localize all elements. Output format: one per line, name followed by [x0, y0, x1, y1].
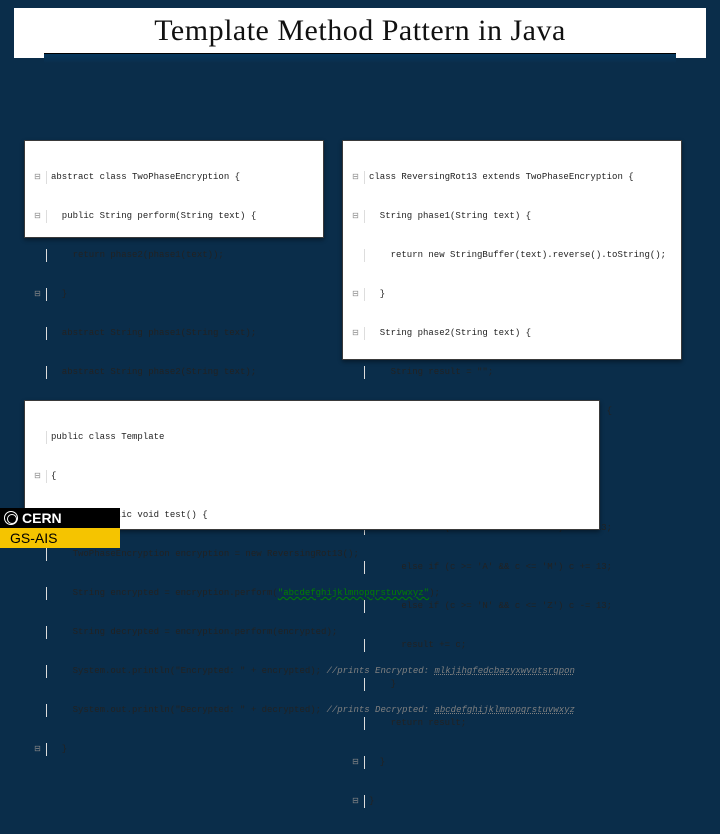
code-panel-abstract: ⊟abstract class TwoPhaseEncryption { ⊟ p… [24, 140, 324, 238]
code-stage: ⊟abstract class TwoPhaseEncryption { ⊟ p… [0, 58, 720, 538]
code-panel-implementation: ⊟class ReversingRot13 extends TwoPhaseEn… [342, 140, 682, 360]
code-test: public class Template ⊟{ ⊟ public static… [29, 405, 593, 782]
footer: CERN GS-AIS [0, 508, 120, 548]
footer-dept-row: GS-AIS [0, 528, 120, 548]
footer-org: CERN [22, 510, 62, 526]
slide-title: Template Method Pattern in Java [24, 14, 696, 48]
cern-logo-icon [4, 511, 18, 525]
footer-dept: GS-AIS [10, 530, 57, 546]
title-bar: Template Method Pattern in Java [14, 8, 706, 58]
footer-org-row: CERN [0, 508, 120, 528]
